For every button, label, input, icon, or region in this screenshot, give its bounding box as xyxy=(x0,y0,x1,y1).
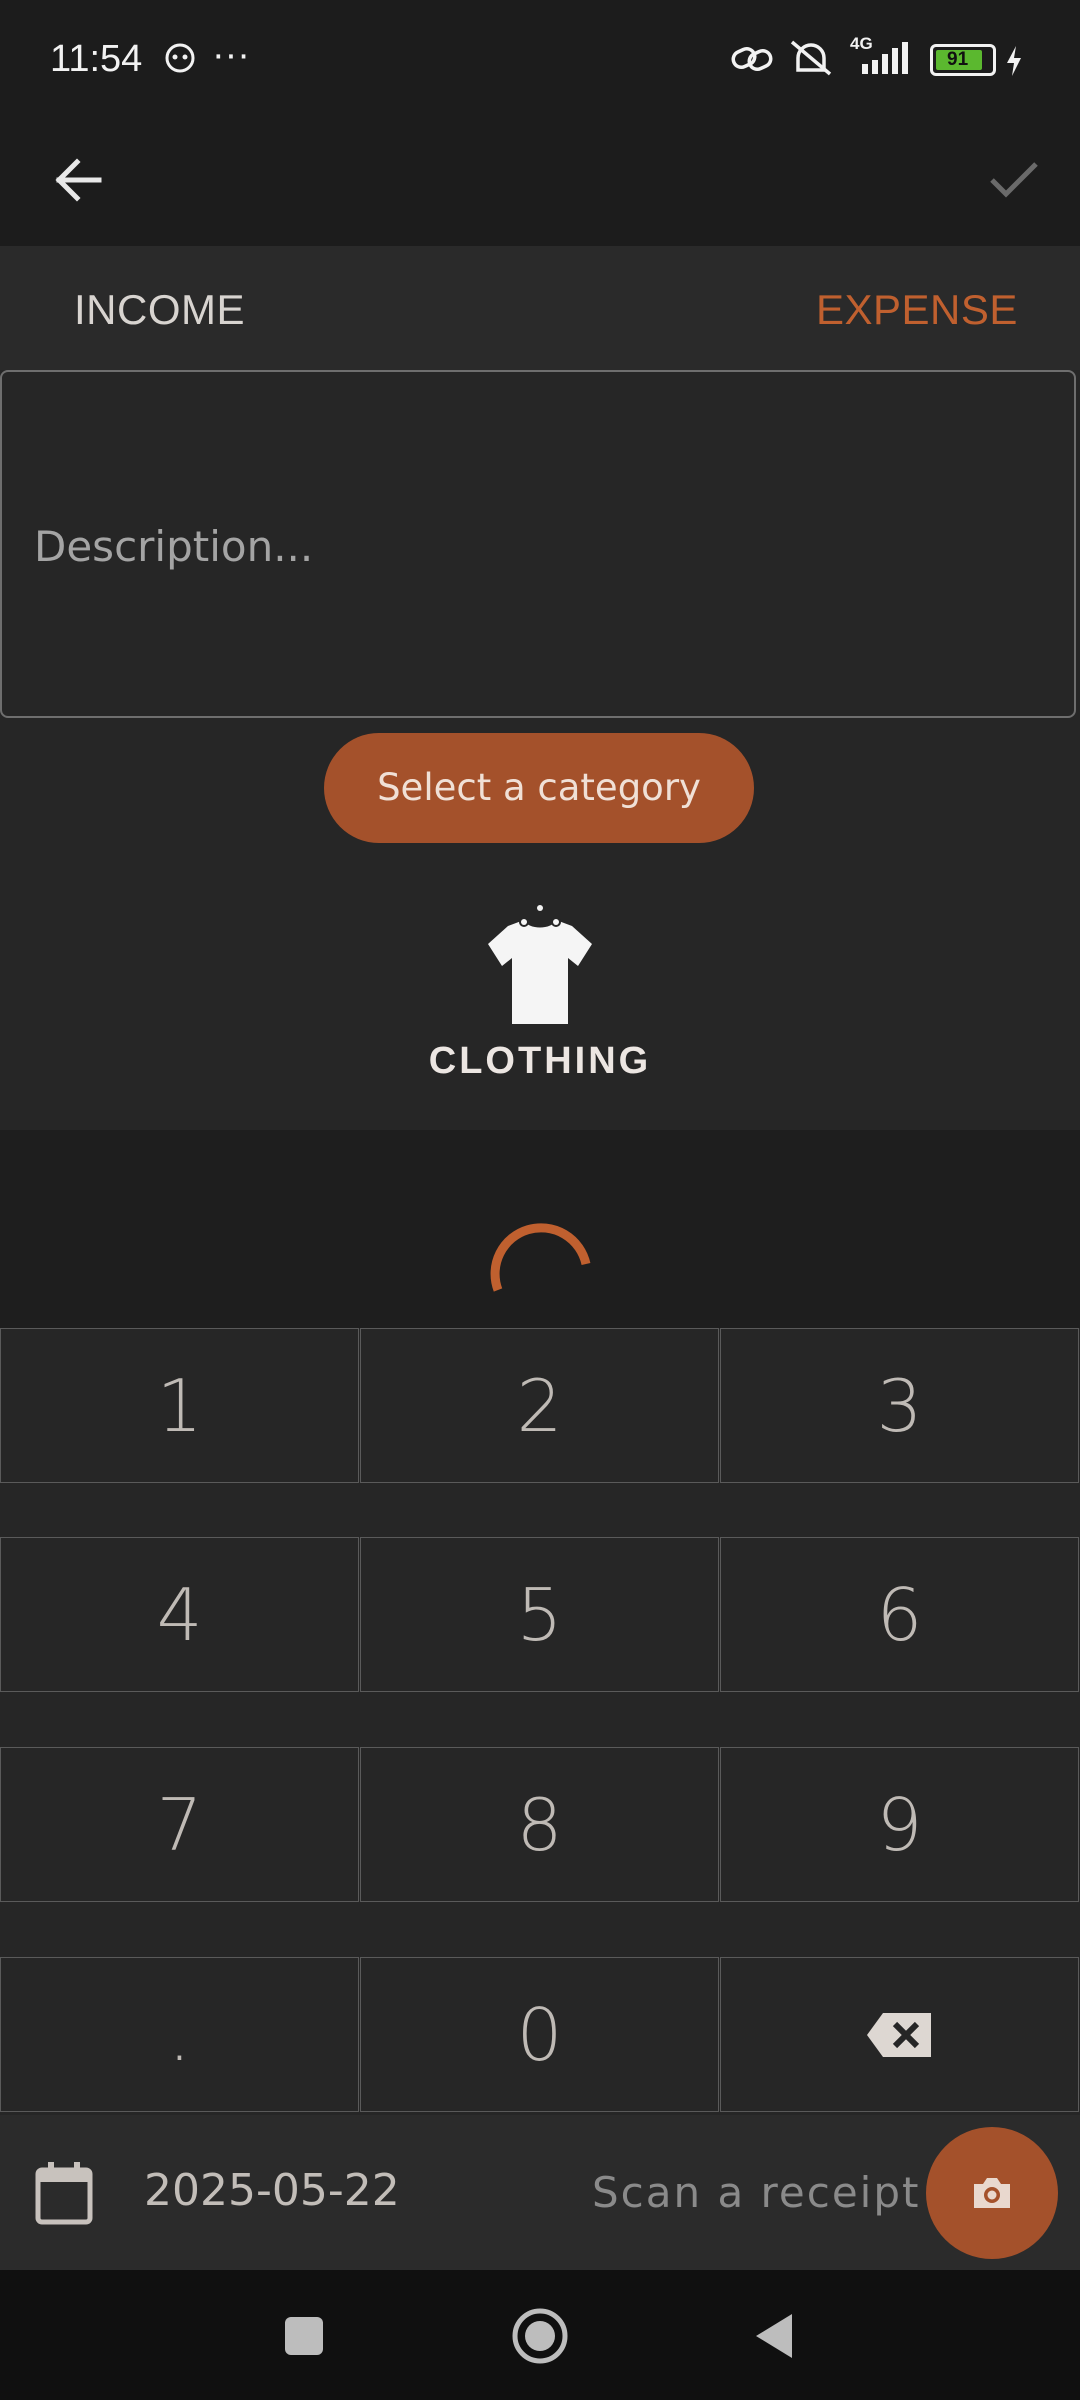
key-decimal[interactable]: . xyxy=(0,1957,359,2112)
scan-receipt-button[interactable] xyxy=(926,2127,1058,2259)
key-7[interactable]: 7 xyxy=(0,1747,359,1902)
key-2[interactable]: 2 xyxy=(360,1328,719,1483)
camera-icon xyxy=(974,2178,1010,2208)
tab-expense[interactable]: EXPENSE xyxy=(816,286,1018,334)
signal-icon: 4G xyxy=(850,34,916,83)
triangle-back-icon xyxy=(756,2314,792,2358)
save-button[interactable] xyxy=(974,140,1054,220)
date-value[interactable]: 2025-05-22 xyxy=(144,2165,400,2216)
key-3[interactable]: 3 xyxy=(720,1328,1079,1483)
key-9[interactable]: 9 xyxy=(720,1747,1079,1902)
arrow-left-icon xyxy=(55,158,102,202)
link-icon xyxy=(730,42,774,81)
back-nav-button[interactable] xyxy=(752,2312,796,2365)
status-bar: 11:54 ··· 4G 91 xyxy=(0,0,1080,120)
scan-receipt-label[interactable]: Scan a receipt xyxy=(592,2168,920,2217)
key-4[interactable]: 4 xyxy=(0,1537,359,1692)
battery-icon: 91 xyxy=(930,44,996,76)
system-nav-bar xyxy=(0,2270,1080,2400)
backspace-icon xyxy=(866,2012,931,2057)
status-time: 11:54 xyxy=(50,38,143,80)
description-input[interactable]: Description... xyxy=(0,370,1076,718)
loading-spinner-icon xyxy=(484,1202,596,1307)
back-button[interactable] xyxy=(38,140,118,220)
type-tabs: INCOME EXPENSE xyxy=(0,246,1080,370)
key-8[interactable]: 8 xyxy=(360,1747,719,1902)
key-backspace[interactable] xyxy=(720,1957,1079,2112)
tab-income[interactable]: INCOME xyxy=(74,286,245,334)
calendar-icon xyxy=(35,2162,93,2225)
check-icon xyxy=(990,162,1038,198)
key-1[interactable]: 1 xyxy=(0,1328,359,1483)
selected-category-label: CLOTHING xyxy=(428,1040,652,1082)
square-icon xyxy=(285,2317,323,2355)
select-category-button[interactable]: Select a category xyxy=(324,733,754,843)
recents-button[interactable] xyxy=(282,2314,326,2363)
app-bar xyxy=(0,120,1080,246)
notification-icon xyxy=(164,42,196,74)
network-type: 4G xyxy=(850,34,873,53)
key-0[interactable]: 0 xyxy=(360,1957,719,2112)
date-picker-button[interactable] xyxy=(34,2160,94,2226)
home-button[interactable] xyxy=(510,2306,570,2371)
more-notifications-icon: ··· xyxy=(212,34,250,76)
shirt-icon xyxy=(484,900,596,1033)
charging-icon xyxy=(1004,44,1024,83)
key-5[interactable]: 5 xyxy=(360,1537,719,1692)
battery-level: 91 xyxy=(947,49,969,70)
key-6[interactable]: 6 xyxy=(720,1537,1079,1692)
amount-display xyxy=(0,1130,1080,1328)
vibrate-off-icon xyxy=(788,38,834,83)
home-circle-icon xyxy=(512,2308,568,2364)
